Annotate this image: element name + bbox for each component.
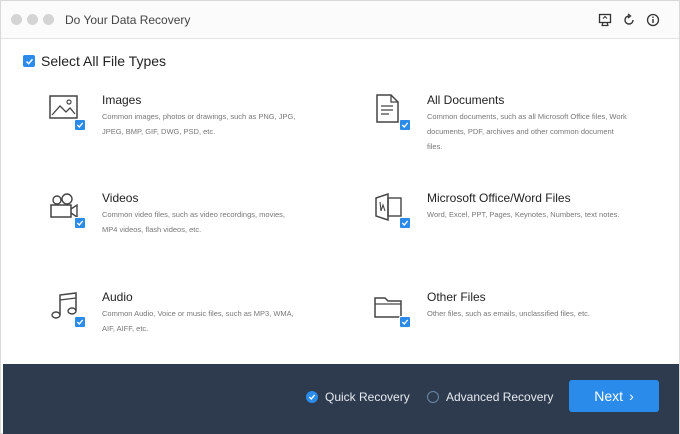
advanced-recovery-label: Advanced Recovery (446, 390, 554, 404)
title-bar: Do Your Data Recovery (1, 1, 679, 39)
file-type-description: Common documents, such as all Microsoft … (427, 112, 627, 151)
file-type-description: Common images, photos or drawings, such … (102, 112, 296, 136)
file-type-description: Common Audio, Voice or music files, such… (102, 309, 294, 333)
chevron-right-icon: › (629, 388, 634, 404)
window-maximize-button[interactable] (43, 14, 54, 25)
checkbox-checked-icon (23, 55, 35, 67)
checkbox-checked-icon[interactable] (74, 217, 86, 229)
next-button-label: Next (594, 388, 624, 404)
app-window: Do Your Data Recovery Select All File Ty… (0, 0, 680, 434)
recovery-footer: Quick Recovery Advanced Recovery Next › (3, 364, 679, 434)
file-type-title: Microsoft Office/Word Files (427, 191, 571, 205)
file-type-title: All Documents (427, 93, 505, 107)
window-title: Do Your Data Recovery (65, 13, 191, 27)
file-type-videos[interactable]: Videos Common video files, such as video… (48, 191, 328, 261)
select-all-checkbox[interactable]: Select All File Types (23, 53, 166, 69)
file-type-all-documents[interactable]: All Documents Common documents, such as … (373, 93, 653, 163)
checkbox-checked-icon[interactable] (399, 316, 411, 328)
file-type-images[interactable]: Images Common images, photos or drawings… (48, 93, 328, 163)
file-type-description: Other files, such as emails, unclassifie… (427, 309, 590, 318)
refresh-icon[interactable] (621, 12, 637, 28)
next-button[interactable]: Next › (569, 380, 659, 412)
file-type-title: Videos (102, 191, 139, 205)
file-type-audio[interactable]: Audio Common Audio, Voice or music files… (48, 290, 328, 360)
file-type-title: Other Files (427, 290, 486, 304)
window-close-button[interactable] (11, 14, 22, 25)
display-icon[interactable] (597, 12, 613, 28)
quick-recovery-option[interactable]: Quick Recovery (306, 390, 410, 404)
radio-unchecked-icon (427, 391, 439, 403)
info-icon[interactable] (645, 12, 661, 28)
file-type-office-files[interactable]: Microsoft Office/Word Files Word, Excel,… (373, 191, 653, 261)
file-type-other-files[interactable]: Other Files Other files, such as emails,… (373, 290, 653, 360)
window-minimize-button[interactable] (27, 14, 38, 25)
file-type-description: Common video files, such as video record… (102, 210, 285, 234)
file-type-description: Word, Excel, PPT, Pages, Keynotes, Numbe… (427, 210, 620, 219)
quick-recovery-label: Quick Recovery (325, 390, 410, 404)
advanced-recovery-option[interactable]: Advanced Recovery (427, 390, 553, 404)
file-type-title: Audio (102, 290, 133, 304)
checkbox-checked-icon[interactable] (74, 316, 86, 328)
file-type-title: Images (102, 93, 142, 107)
checkbox-checked-icon[interactable] (399, 119, 411, 131)
select-all-label: Select All File Types (41, 53, 167, 69)
checkbox-checked-icon[interactable] (74, 119, 86, 131)
checkbox-checked-icon[interactable] (399, 217, 411, 229)
radio-checked-icon (306, 391, 318, 403)
